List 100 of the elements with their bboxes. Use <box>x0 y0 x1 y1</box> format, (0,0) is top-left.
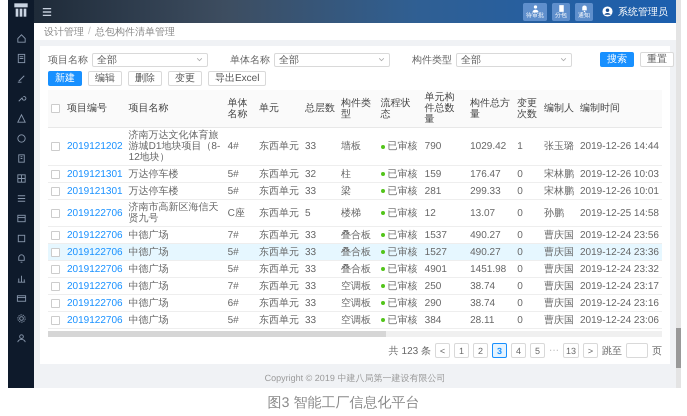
checkbox[interactable] <box>51 316 60 324</box>
project-link[interactable]: 2019122706 <box>67 230 123 240</box>
checkbox[interactable] <box>51 208 60 218</box>
list-icon[interactable] <box>16 193 26 204</box>
chart-icon[interactable] <box>16 273 26 284</box>
project-link[interactable]: 2019122706 <box>67 298 123 308</box>
next-page-button[interactable]: > <box>583 343 598 358</box>
project-link[interactable]: 2019122706 <box>67 208 123 218</box>
breadcrumb-item[interactable]: 设计管理 <box>44 24 84 38</box>
status-dot-icon <box>380 189 385 194</box>
grid-icon[interactable] <box>16 173 26 184</box>
table-row[interactable]: 2019122706 中德广场 7# 东西单元 33 空调板 已审核 250 38.74 0 曹庆国 2019-12-24 23:17 <box>48 278 662 294</box>
page-button[interactable]: 2 <box>472 343 488 358</box>
bell-icon <box>580 4 588 12</box>
pen-icon[interactable] <box>16 73 26 84</box>
triangle-icon[interactable] <box>16 113 26 124</box>
project-link[interactable]: 2019121202 <box>67 141 123 152</box>
table-cell: 299.33 <box>467 182 514 200</box>
page-button[interactable]: 3 <box>492 343 507 358</box>
table-row[interactable]: 2019121301 万达停车楼 5# 东西单元 32 柱 已审核 159 176.47 0 宋林鹏 2019-12-26 10:03 <box>48 166 662 182</box>
table-cell: 176.47 <box>467 166 514 182</box>
table-cell: 32 <box>302 166 338 182</box>
table-cell: 38.74 <box>467 278 514 294</box>
column-header: 构件类型 <box>338 90 378 128</box>
checkbox[interactable] <box>51 186 60 196</box>
column-header: 编制时间 <box>577 90 662 128</box>
table-cell: 东西单元 <box>256 166 302 182</box>
table-cell: 2019-12-24 23:32 <box>577 260 662 278</box>
project-link[interactable]: 2019122706 <box>67 314 123 326</box>
circle-icon[interactable] <box>16 133 26 144</box>
project-link[interactable]: 2019122706 <box>67 264 123 274</box>
select-field[interactable]: 全部 <box>456 52 572 66</box>
toolbar-button[interactable]: 删除 <box>128 71 162 86</box>
select-field[interactable]: 全部 <box>92 52 208 66</box>
checkbox[interactable] <box>51 142 60 151</box>
reset-button[interactable]: 重置 <box>640 52 674 67</box>
checkbox[interactable] <box>51 264 60 274</box>
search-button[interactable]: 搜索 <box>600 52 634 67</box>
scrollbar-thumb[interactable] <box>48 331 386 337</box>
previous-page-button[interactable]: < <box>434 343 450 358</box>
checkbox[interactable] <box>51 248 60 256</box>
horizontal-scrollbar[interactable] <box>48 331 662 337</box>
table-cell: 0 <box>514 166 541 182</box>
toolbar-button[interactable]: 变更 <box>168 71 202 86</box>
home-icon[interactable] <box>16 33 26 44</box>
table-cell: 0 <box>514 294 541 312</box>
table-cell: 2019-12-26 14:44 <box>577 128 662 166</box>
bell-icon[interactable] <box>16 253 26 264</box>
select-field[interactable]: 全部 <box>274 52 390 66</box>
menu-icon[interactable] <box>42 6 52 16</box>
total-count: 共 123 条 <box>388 344 431 358</box>
page-button[interactable]: 1 <box>454 343 469 358</box>
square-icon[interactable] <box>16 233 26 244</box>
scrollbar-thumb[interactable] <box>676 328 681 368</box>
table-row[interactable]: 2019122706 中德广场 5# 东西单元 33 叠合板 已审核 1527 490.27 0 曹庆国 2019-12-24 23:36 <box>48 244 662 260</box>
column-header: 单元构件总数量 <box>422 90 468 128</box>
vertical-scrollbar[interactable] <box>676 0 681 388</box>
table-row[interactable]: 2019121301 万达停车楼 5# 东西单元 33 梁 已审核 281 299.33 0 宋林鹏 2019-12-26 10:01 <box>48 182 662 200</box>
project-link[interactable]: 2019121301 <box>67 168 123 180</box>
column-header: 编制人 <box>541 90 577 128</box>
page-button[interactable]: 13 <box>562 343 579 358</box>
toolbar-button[interactable]: 编辑 <box>88 71 122 86</box>
status-text: 已审核 <box>388 141 418 152</box>
table-icon[interactable] <box>16 213 26 224</box>
page-button[interactable]: 4 <box>510 343 526 358</box>
page-button[interactable]: 5 <box>530 343 545 358</box>
project-link[interactable]: 2019122706 <box>67 280 123 292</box>
gear-icon[interactable] <box>16 313 26 324</box>
table-row[interactable]: 2019121202 济南万达文化体育旅游城D1地块项目（8-12地块） 4# 东西单元 33 墙板 已审核 790 1029.42 1 张玉璐 2019-12-26 14:44 <box>48 128 662 166</box>
table-cell: 33 <box>302 182 338 200</box>
table-row[interactable]: 2019122706 中德广场 5# 东西单元 33 空调板 已审核 384 28.11 0 曹庆国 2019-12-24 23:06 <box>48 312 662 328</box>
document-icon[interactable] <box>16 53 26 64</box>
table-row[interactable]: 2019122706 中德广场 5# 东西单元 33 叠合板 已审核 4901 1451.98 0 曹庆国 2019-12-24 23:32 <box>48 260 662 278</box>
avatar-icon[interactable] <box>602 6 613 17</box>
status-dot-icon <box>380 267 385 272</box>
table-cell: 中德广场 <box>126 294 225 312</box>
table-cell: 曹庆国 <box>541 260 577 278</box>
checkbox[interactable] <box>51 104 60 113</box>
checkbox[interactable] <box>51 298 60 308</box>
person-icon <box>530 4 540 12</box>
toolbar-button[interactable]: 导出Excel <box>208 71 266 86</box>
checkbox[interactable] <box>51 230 60 240</box>
page-jump-field[interactable] <box>626 343 648 358</box>
people-icon[interactable] <box>16 333 26 344</box>
column-header: 项目名称 <box>126 90 225 128</box>
table-cell: 1527 <box>422 244 468 260</box>
breadcrumb-item[interactable]: 总包构件清单管理 <box>94 24 175 38</box>
checkbox[interactable] <box>51 170 60 178</box>
user-name[interactable]: 系统管理员 <box>618 4 668 18</box>
table-cell: 33 <box>302 260 338 278</box>
card-icon[interactable] <box>16 293 26 304</box>
table-row[interactable]: 2019122706 中德广场 6# 东西单元 33 空调板 已审核 290 38.74 0 曹庆国 2019-12-24 23:16 <box>48 294 662 312</box>
table-cell: 柱 <box>338 166 378 182</box>
checkbox[interactable] <box>51 282 60 290</box>
toolbar-button[interactable]: 新建 <box>48 71 82 86</box>
table-cell: 中德广场 <box>126 278 225 294</box>
table-cell: 281 <box>422 182 468 200</box>
status-text: 已审核 <box>388 246 418 258</box>
project-link[interactable]: 2019121301 <box>67 186 123 196</box>
document-icon <box>556 4 566 12</box>
